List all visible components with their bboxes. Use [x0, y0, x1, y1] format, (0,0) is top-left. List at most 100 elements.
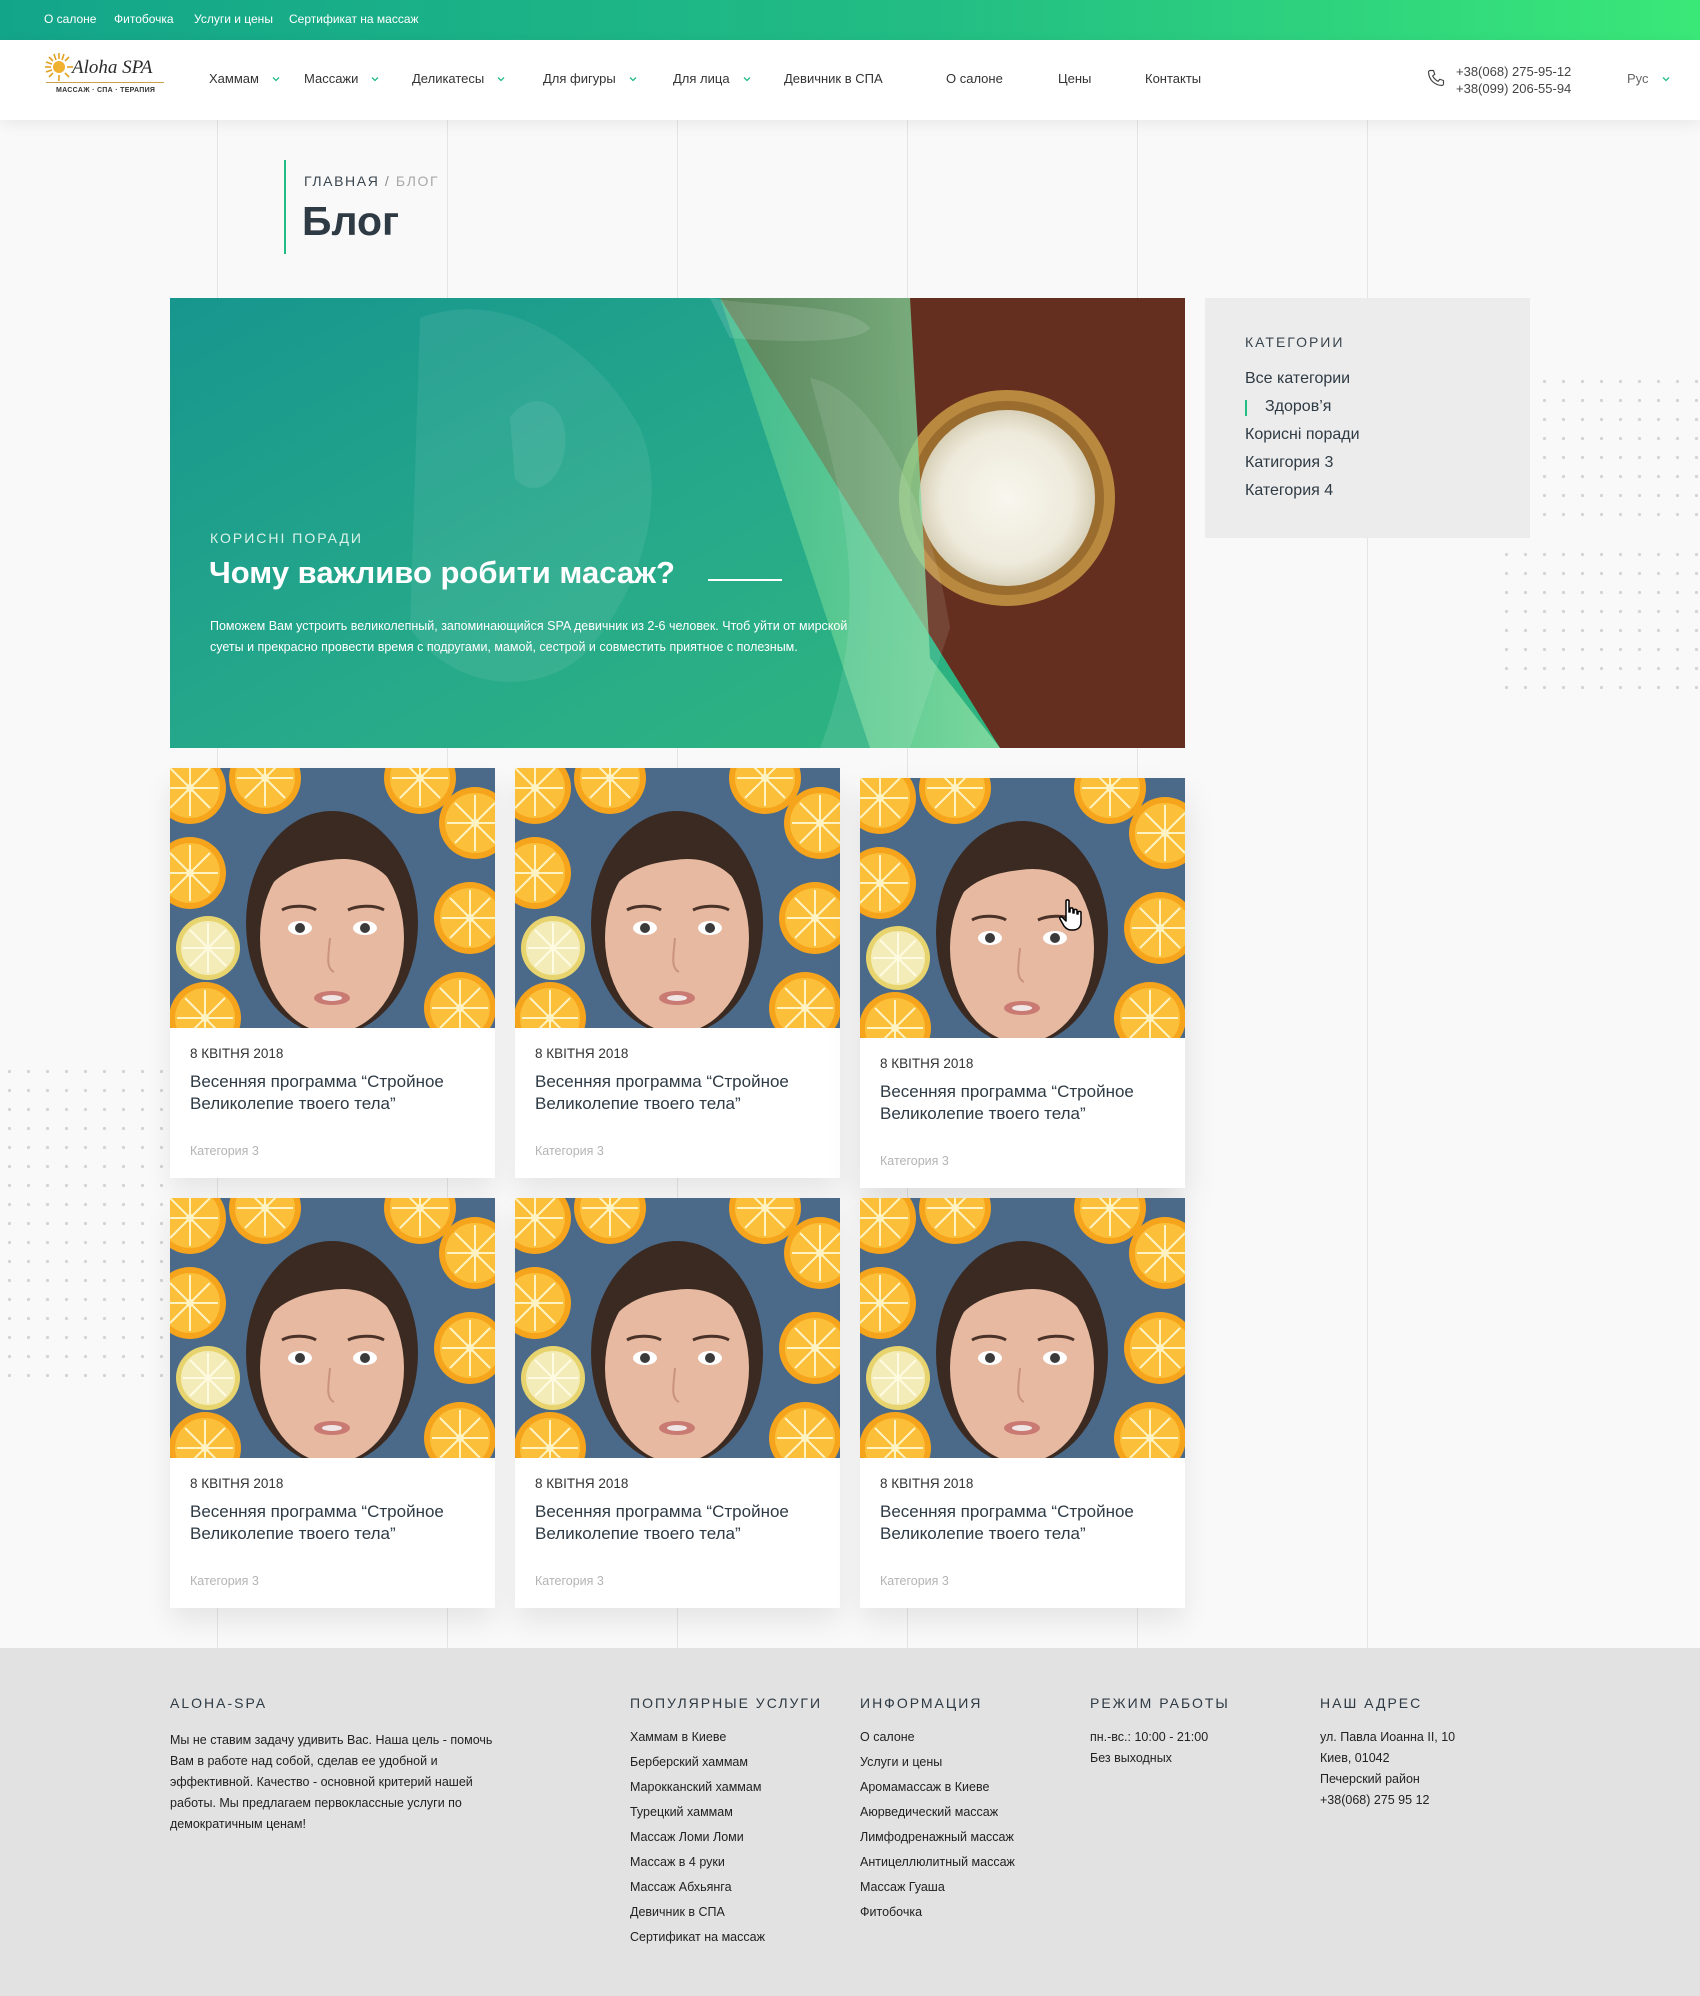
footer-about-text: Мы не ставим задачу удивить Вас. Наша це… — [170, 1733, 493, 1831]
phone-number-2[interactable]: +38(099) 206-55-94 — [1456, 81, 1571, 96]
featured-post[interactable]: КОРИСНІ ПОРАДИ Чому важливо робити масаж… — [170, 298, 1185, 748]
chevron-down-icon — [371, 76, 379, 81]
sidebar-item-useful-tips[interactable]: Корисні поради — [1245, 426, 1360, 444]
sidebar-title: КАТЕГОРИИ — [1245, 334, 1345, 350]
post-card[interactable]: 8 КВІТНЯ 2018 Весенняя программа “Стройн… — [170, 768, 495, 1178]
footer-link[interactable]: Лимфодренажный массаж — [860, 1830, 1014, 1844]
hero-image — [170, 298, 1185, 748]
topbar-link-about[interactable]: О салоне — [44, 12, 96, 26]
nav-hammam[interactable]: Хаммам — [209, 71, 281, 86]
footer-link[interactable]: Фитобочка — [860, 1905, 922, 1919]
footer-link[interactable]: Сертификат на массаж — [630, 1930, 765, 1944]
nav-label: Деликатесы — [412, 71, 485, 86]
chevron-down-icon — [743, 76, 751, 81]
footer-link[interactable]: Массаж Ломи Ломи — [630, 1830, 744, 1844]
post-title[interactable]: Весенняя программа “Стройное Великолепие… — [535, 1071, 825, 1115]
footer-info-title: ИНФОРМАЦИЯ — [860, 1695, 983, 1711]
footer-address-line: ул. Павла Иоанна II, 10 — [1320, 1730, 1456, 1744]
footer-link[interactable]: Хаммам в Киеве — [630, 1730, 726, 1744]
post-title[interactable]: Весенняя программа “Стройное Великолепие… — [880, 1501, 1170, 1545]
dot-pattern — [0, 1062, 170, 1388]
nav-delicacies[interactable]: Деликатесы — [412, 71, 506, 86]
footer-link[interactable]: Девичник в СПА — [630, 1905, 725, 1919]
nav-body[interactable]: Для фигуры — [543, 71, 638, 86]
topbar-link-phytobarrel[interactable]: Фитобочка — [114, 12, 174, 26]
post-date: 8 КВІТНЯ 2018 — [535, 1046, 629, 1061]
post-card[interactable]: 8 КВІТНЯ 2018 Весенняя программа “Стройн… — [515, 1198, 840, 1608]
post-date: 8 КВІТНЯ 2018 — [190, 1046, 284, 1061]
top-bar: О салоне Фитобочка Услуги и цены Сертифи… — [0, 0, 1700, 40]
post-category[interactable]: Категория 3 — [190, 1574, 259, 1588]
nav-bachelorette[interactable]: Девичник в СПА — [784, 71, 883, 86]
main-header: Aloha SPA МАССАЖ · СПА · ТЕРАПИЯ Хаммам … — [0, 40, 1700, 120]
page-title: Блог — [302, 198, 400, 244]
categories-sidebar: КАТЕГОРИИ Все категории Здоров’я Корисні… — [1205, 298, 1530, 538]
topbar-link-certificate[interactable]: Сертификат на массаж — [289, 12, 419, 26]
footer-link[interactable]: Массаж Абхьянга — [630, 1880, 732, 1894]
footer-link[interactable]: О салоне — [860, 1730, 915, 1744]
post-image — [515, 1198, 840, 1458]
footer: ALOHA-SPA Мы не ставим задачу удивить Ва… — [0, 1648, 1700, 1996]
footer-link[interactable]: Марокканский хаммам — [630, 1780, 761, 1794]
footer-hours-line: Без выходных — [1090, 1751, 1172, 1765]
language-selector[interactable]: Рус — [1627, 71, 1671, 86]
footer-link[interactable]: Массаж в 4 руки — [630, 1855, 725, 1869]
sidebar-item-health[interactable]: Здоров’я — [1265, 398, 1331, 416]
language-label: Рус — [1627, 71, 1649, 86]
logo-name: Aloha SPA — [72, 57, 153, 78]
topbar-link-services-prices[interactable]: Услуги и цены — [194, 12, 273, 26]
nav-massages[interactable]: Массажи — [304, 71, 380, 86]
post-card[interactable]: 8 КВІТНЯ 2018 Весенняя программа “Стройн… — [860, 1198, 1185, 1608]
post-category[interactable]: Категория 3 — [880, 1154, 949, 1168]
post-card[interactable]: 8 КВІТНЯ 2018 Весенняя программа “Стройн… — [170, 1198, 495, 1608]
footer-link[interactable]: Услуги и цены — [860, 1755, 942, 1769]
chevron-down-icon — [1662, 76, 1669, 81]
chevron-down-icon — [497, 76, 505, 81]
hand-cursor-icon — [1059, 899, 1082, 931]
footer-link[interactable]: Антицеллюлитный массаж — [860, 1855, 1015, 1869]
footer-link[interactable]: Аюрведический массаж — [860, 1805, 998, 1819]
nav-about[interactable]: О салоне — [946, 71, 1003, 86]
footer-link[interactable]: Берберский хаммам — [630, 1755, 748, 1769]
title-accent-bar — [284, 160, 286, 254]
post-image — [860, 1198, 1185, 1458]
footer-link[interactable]: Аромамассаж в Киеве — [860, 1780, 989, 1794]
breadcrumb-home[interactable]: ГЛАВНАЯ — [304, 173, 379, 189]
post-card[interactable]: 8 КВІТНЯ 2018 Весенняя программа “Стройн… — [515, 768, 840, 1178]
chevron-down-icon — [629, 76, 637, 81]
post-title[interactable]: Весенняя программа “Стройное Великолепие… — [535, 1501, 825, 1545]
post-title[interactable]: Весенняя программа “Стройное Великолепие… — [190, 1501, 480, 1545]
phone-number-1[interactable]: +38(068) 275-95-12 — [1456, 64, 1571, 79]
hero-title-underline — [708, 579, 782, 581]
sidebar-item-category-4[interactable]: Категория 4 — [1245, 482, 1333, 500]
nav-label: Для фигуры — [543, 71, 616, 86]
post-title[interactable]: Весенняя программа “Стройное Великолепие… — [190, 1071, 480, 1115]
footer-hours-title: РЕЖИМ РАБОТЫ — [1090, 1695, 1230, 1711]
post-category[interactable]: Категория 3 — [880, 1574, 949, 1588]
nav-label: Хаммам — [209, 71, 259, 86]
nav-prices[interactable]: Цены — [1058, 71, 1091, 86]
post-image — [860, 778, 1185, 1038]
nav-label: Контакты — [1145, 71, 1202, 86]
hero-text: Поможем Вам устроить великолепный, запом… — [210, 619, 848, 654]
sidebar-item-all[interactable]: Все категории — [1245, 370, 1350, 388]
sidebar-item-category-3[interactable]: Катигория 3 — [1245, 454, 1333, 472]
hero-category: КОРИСНІ ПОРАДИ — [210, 530, 363, 546]
footer-phone[interactable]: +38(068) 275 95 12 — [1320, 1793, 1429, 1807]
post-card[interactable]: 8 КВІТНЯ 2018 Весенняя программа “Стройн… — [860, 778, 1185, 1188]
post-category[interactable]: Категория 3 — [535, 1574, 604, 1588]
post-image — [170, 768, 495, 1028]
post-date: 8 КВІТНЯ 2018 — [880, 1056, 974, 1071]
post-date: 8 КВІТНЯ 2018 — [535, 1476, 629, 1491]
footer-link[interactable]: Массаж Гуаша — [860, 1880, 945, 1894]
post-title[interactable]: Весенняя программа “Стройное Великолепие… — [880, 1081, 1170, 1125]
footer-address-line: Печерский район — [1320, 1772, 1420, 1786]
logo[interactable]: Aloha SPA МАССАЖ · СПА · ТЕРАПИЯ — [44, 52, 164, 104]
post-category[interactable]: Категория 3 — [535, 1144, 604, 1158]
footer-address-title: НАШ АДРЕС — [1320, 1695, 1423, 1711]
nav-label: Девичник в СПА — [784, 71, 883, 86]
post-category[interactable]: Категория 3 — [190, 1144, 259, 1158]
footer-link[interactable]: Турецкий хаммам — [630, 1805, 733, 1819]
nav-face[interactable]: Для лица — [673, 71, 752, 86]
nav-contacts[interactable]: Контакты — [1145, 71, 1201, 86]
